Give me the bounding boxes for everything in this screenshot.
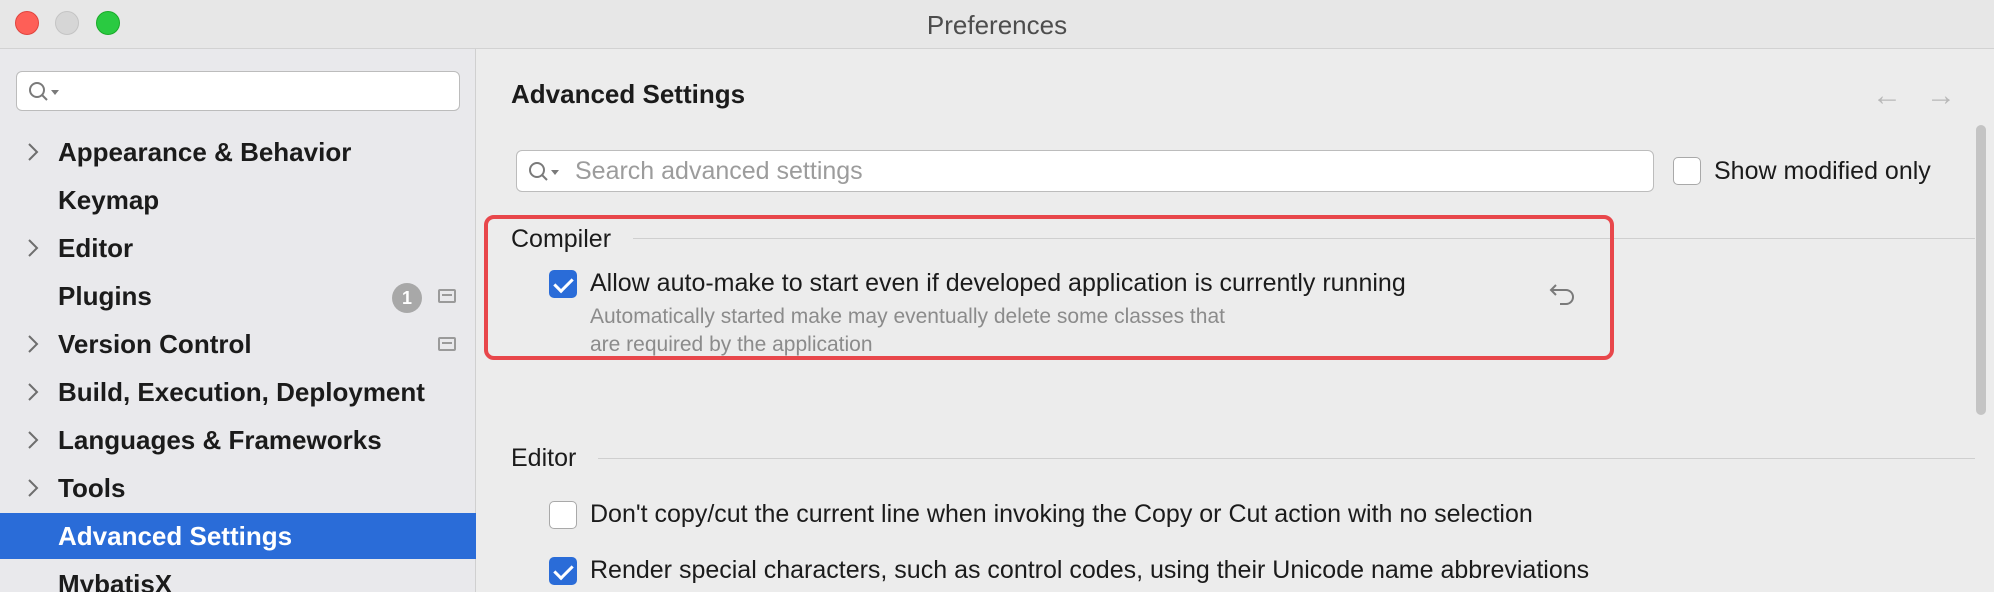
highlight-annotation-box xyxy=(484,215,1614,360)
sidebar-item-label: Build, Execution, Deployment xyxy=(58,377,425,407)
window-title: Preferences xyxy=(926,10,1068,40)
render-special-characters-checkbox[interactable] xyxy=(549,557,577,585)
search-icon xyxy=(27,80,63,109)
forward-arrow-icon[interactable]: → xyxy=(1926,79,1956,113)
project-settings-icon xyxy=(438,337,456,351)
sidebar-item-label: Languages & Frameworks xyxy=(58,425,382,455)
sidebar-item-mybatisx[interactable]: MybatisX xyxy=(0,561,476,592)
settings-panel: Advanced Settings ← → Show modified only… xyxy=(477,49,1994,592)
sidebar-item-label: Editor xyxy=(58,233,134,263)
advanced-settings-search xyxy=(516,150,1654,192)
sidebar-item-label: Plugins xyxy=(58,281,152,311)
sidebar-item-tools[interactable]: Tools xyxy=(0,465,476,511)
sidebar-search-input[interactable] xyxy=(16,71,460,111)
dont-copy-cut-line-checkbox[interactable] xyxy=(549,501,577,529)
search-icon xyxy=(527,160,563,189)
sidebar-item-label: Keymap xyxy=(58,185,160,215)
vertical-scrollbar[interactable] xyxy=(1976,125,1986,415)
chevron-right-icon xyxy=(28,239,39,257)
sidebar: Appearance & Behavior Keymap Editor Plug… xyxy=(0,49,476,592)
title-bar: Preferences xyxy=(0,0,1994,49)
dont-copy-cut-line-label: Don't copy/cut the current line when inv… xyxy=(590,500,1533,528)
sidebar-item-plugins[interactable]: Plugins 1 xyxy=(0,273,476,319)
page-title: Advanced Settings xyxy=(511,79,746,109)
chevron-right-icon xyxy=(28,431,39,449)
chevron-right-icon xyxy=(28,383,39,401)
sidebar-item-label: Tools xyxy=(58,473,126,503)
sidebar-item-label: MybatisX xyxy=(58,569,173,592)
sidebar-item-build-execution-deployment[interactable]: Build, Execution, Deployment xyxy=(0,369,476,415)
back-arrow-icon[interactable]: ← xyxy=(1872,79,1902,113)
chevron-right-icon xyxy=(28,335,39,353)
sidebar-item-label: Appearance & Behavior xyxy=(58,137,352,167)
show-modified-only-checkbox[interactable] xyxy=(1673,157,1701,185)
advanced-settings-search-input[interactable] xyxy=(575,155,1635,187)
show-modified-only-label: Show modified only xyxy=(1714,157,1931,185)
sidebar-item-advanced-settings[interactable]: Advanced Settings xyxy=(0,513,476,559)
sidebar-item-appearance-behavior[interactable]: Appearance & Behavior xyxy=(0,129,476,175)
section-title-editor: Editor xyxy=(511,444,577,472)
render-special-characters-label: Render special characters, such as contr… xyxy=(590,556,1590,584)
sidebar-item-label: Version Control xyxy=(58,329,252,359)
chevron-right-icon xyxy=(28,143,39,161)
sidebar-item-version-control[interactable]: Version Control xyxy=(0,321,476,367)
project-settings-icon xyxy=(438,289,456,303)
sidebar-item-label: Advanced Settings xyxy=(58,521,293,551)
chevron-right-icon xyxy=(28,479,39,497)
sidebar-item-editor[interactable]: Editor xyxy=(0,225,476,271)
section-divider xyxy=(598,458,1975,459)
sidebar-item-languages-frameworks[interactable]: Languages & Frameworks xyxy=(0,417,476,463)
sidebar-item-keymap[interactable]: Keymap xyxy=(0,177,476,223)
plugins-update-badge: 1 xyxy=(392,283,422,313)
